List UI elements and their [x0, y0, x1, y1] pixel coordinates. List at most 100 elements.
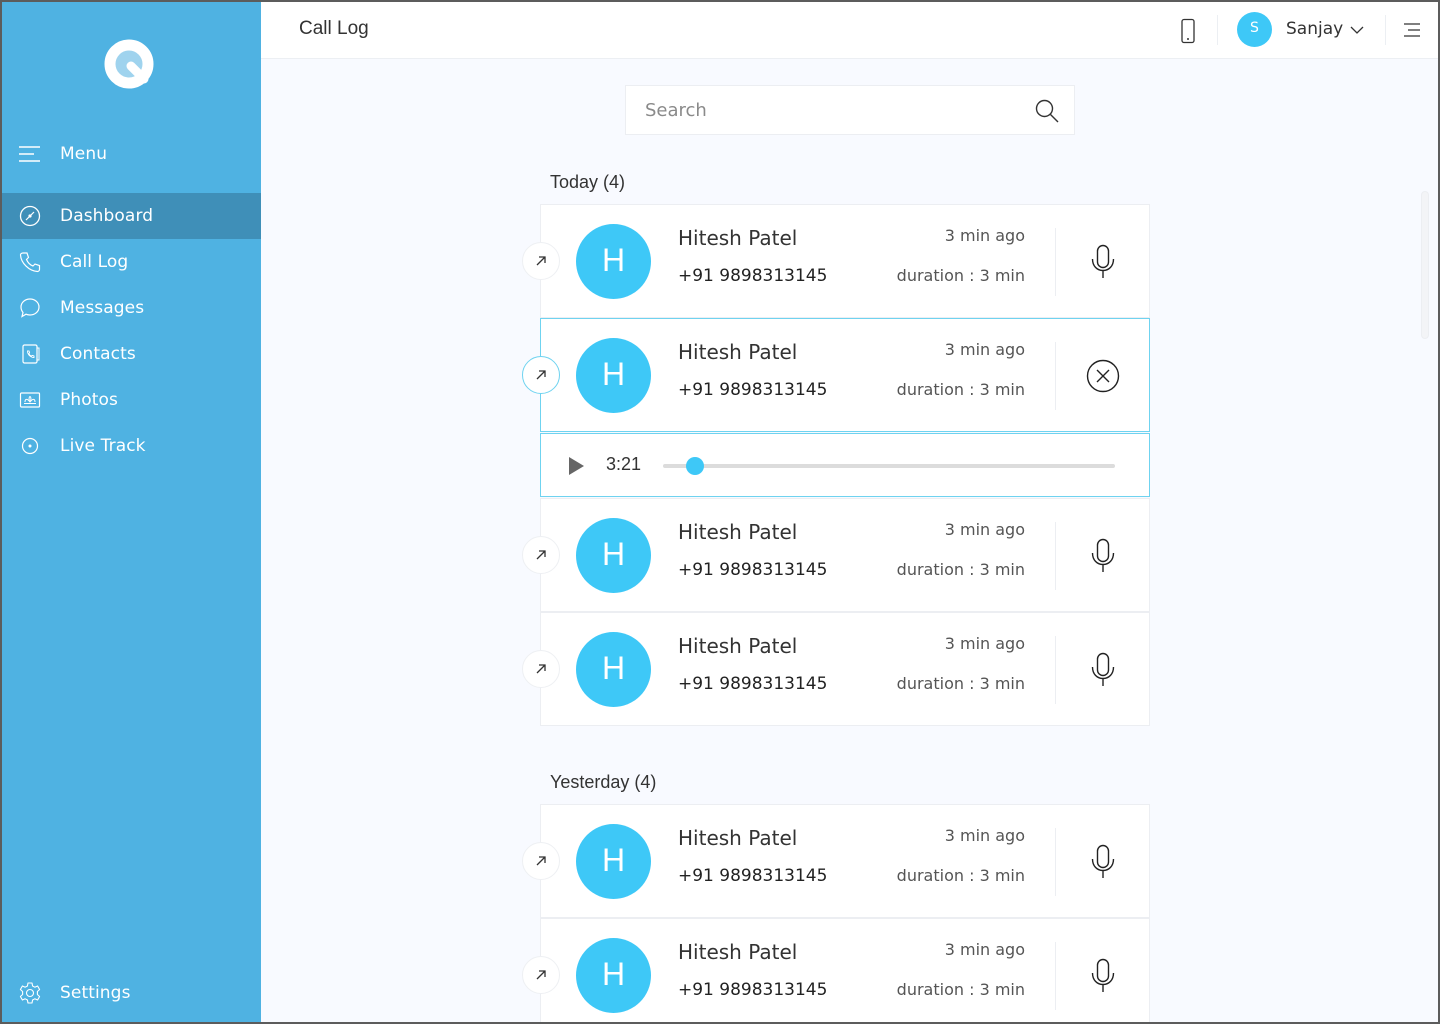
arrow-up-right-icon	[536, 664, 546, 674]
scrollbar[interactable]	[1421, 191, 1429, 339]
microphone-icon[interactable]	[1084, 843, 1122, 881]
sidebar-item-label: Messages	[60, 298, 145, 318]
call-log-item[interactable]: H Hitesh Patel +91 9898313145 3 min ago …	[522, 318, 1150, 432]
contact-name: Hitesh Patel	[678, 634, 798, 658]
sidebar-item-label: Photos	[60, 390, 118, 410]
contact-number: +91 9898313145	[678, 266, 828, 286]
microphone-icon[interactable]	[1084, 651, 1122, 689]
call-duration: duration : 3 min	[896, 380, 1025, 399]
target-icon	[18, 434, 42, 458]
contact-avatar: H	[576, 824, 651, 899]
sidebar-item-label: Live Track	[60, 436, 146, 456]
play-icon[interactable]	[567, 456, 585, 476]
divider	[1385, 15, 1386, 45]
contact-name: Hitesh Patel	[678, 226, 798, 250]
divider	[1055, 942, 1056, 1010]
user-name[interactable]: Sanjay	[1286, 19, 1343, 39]
sidebar-item-contacts[interactable]: Contacts	[2, 331, 261, 377]
arrow-up-right-icon	[536, 550, 546, 560]
search-icon[interactable]	[1034, 98, 1060, 124]
contact-number: +91 9898313145	[678, 380, 828, 400]
playback-time: 3:21	[606, 454, 642, 474]
hamburger-menu-icon[interactable]	[1402, 20, 1422, 40]
call-direction-button[interactable]	[522, 356, 560, 394]
hamburger-icon	[18, 142, 42, 166]
call-duration: duration : 3 min	[896, 560, 1025, 579]
microphone-icon[interactable]	[1084, 957, 1122, 995]
call-direction-button[interactable]	[522, 842, 560, 880]
audio-player: 3:21	[540, 433, 1150, 497]
chat-bubble-icon	[18, 296, 42, 320]
contact-name: Hitesh Patel	[678, 340, 798, 364]
call-duration: duration : 3 min	[896, 266, 1025, 285]
group-title-yesterday: Yesterday (4)	[550, 772, 657, 792]
call-direction-button[interactable]	[522, 650, 560, 688]
call-log-item[interactable]: H Hitesh Patel +91 9898313145 3 min ago …	[522, 498, 1150, 612]
call-log-item[interactable]: H Hitesh Patel +91 9898313145 3 min ago …	[522, 804, 1150, 918]
page-title: Call Log	[299, 18, 369, 39]
arrow-up-right-icon	[536, 970, 546, 980]
sidebar-item-label: Contacts	[60, 344, 136, 364]
sidebar-item-label: Dashboard	[60, 206, 154, 226]
microphone-icon[interactable]	[1084, 243, 1122, 281]
divider	[1055, 828, 1056, 896]
divider	[1217, 15, 1218, 45]
arrow-up-right-icon	[536, 370, 546, 380]
contact-name: Hitesh Patel	[678, 940, 798, 964]
call-time: 3 min ago	[944, 520, 1025, 539]
contacts-book-icon	[18, 342, 42, 366]
app-window: Menu Dashboard Call Log Messages Contact	[2, 2, 1438, 1022]
progress-thumb[interactable]	[685, 457, 704, 475]
call-log-item[interactable]: H Hitesh Patel +91 9898313145 3 min ago …	[522, 612, 1150, 726]
chevron-down-icon[interactable]	[1349, 22, 1365, 38]
call-direction-button[interactable]	[522, 956, 560, 994]
sidebar-menu-label: Menu	[60, 144, 108, 164]
sidebar-item-live-track[interactable]: Live Track	[2, 423, 261, 469]
divider	[1055, 342, 1056, 410]
top-bar: Call Log S Sanjay	[261, 2, 1438, 59]
contact-avatar: H	[576, 338, 651, 413]
sidebar-item-photos[interactable]: Photos	[2, 377, 261, 423]
contact-avatar: H	[576, 632, 651, 707]
microphone-icon[interactable]	[1084, 537, 1122, 575]
call-direction-button[interactable]	[522, 242, 560, 280]
search-input[interactable]	[626, 86, 1026, 134]
call-direction-button[interactable]	[522, 536, 560, 574]
mobile-device-icon[interactable]	[1179, 18, 1197, 44]
call-log-item[interactable]: H Hitesh Patel +91 9898313145 3 min ago …	[522, 918, 1150, 1022]
contact-number: +91 9898313145	[678, 980, 828, 1000]
gear-icon	[18, 981, 42, 1005]
progress-track[interactable]	[663, 457, 1115, 475]
sidebar-item-messages[interactable]: Messages	[2, 285, 261, 331]
call-time: 3 min ago	[944, 634, 1025, 653]
sidebar-item-call-log[interactable]: Call Log	[2, 239, 261, 285]
contact-name: Hitesh Patel	[678, 520, 798, 544]
contact-avatar: H	[576, 518, 651, 593]
close-icon[interactable]	[1084, 357, 1122, 395]
sidebar-item-settings[interactable]: Settings	[2, 970, 261, 1016]
contact-name: Hitesh Patel	[678, 826, 798, 850]
sidebar-item-dashboard[interactable]: Dashboard	[2, 193, 261, 239]
sidebar-menu-toggle[interactable]: Menu	[2, 131, 261, 177]
contact-number: +91 9898313145	[678, 674, 828, 694]
call-duration: duration : 3 min	[896, 980, 1025, 999]
q-logo-icon[interactable]	[104, 39, 154, 89]
call-log-item[interactable]: H Hitesh Patel +91 9898313145 3 min ago …	[522, 204, 1150, 318]
arrow-up-right-icon	[536, 256, 546, 266]
call-time: 3 min ago	[944, 340, 1025, 359]
compass-icon	[18, 204, 42, 228]
sidebar: Menu Dashboard Call Log Messages Contact	[2, 2, 261, 1022]
search-box	[625, 85, 1075, 135]
sidebar-item-label: Call Log	[60, 252, 129, 272]
call-time: 3 min ago	[944, 940, 1025, 959]
contact-avatar: H	[576, 938, 651, 1013]
divider	[1055, 636, 1056, 704]
contact-number: +91 9898313145	[678, 560, 828, 580]
user-avatar[interactable]: S	[1237, 12, 1272, 47]
call-duration: duration : 3 min	[896, 866, 1025, 885]
phone-icon	[18, 250, 42, 274]
sidebar-item-label: Settings	[60, 983, 131, 1003]
group-title-today: Today (4)	[550, 172, 626, 192]
photo-icon	[18, 388, 42, 412]
arrow-up-right-icon	[536, 856, 546, 866]
